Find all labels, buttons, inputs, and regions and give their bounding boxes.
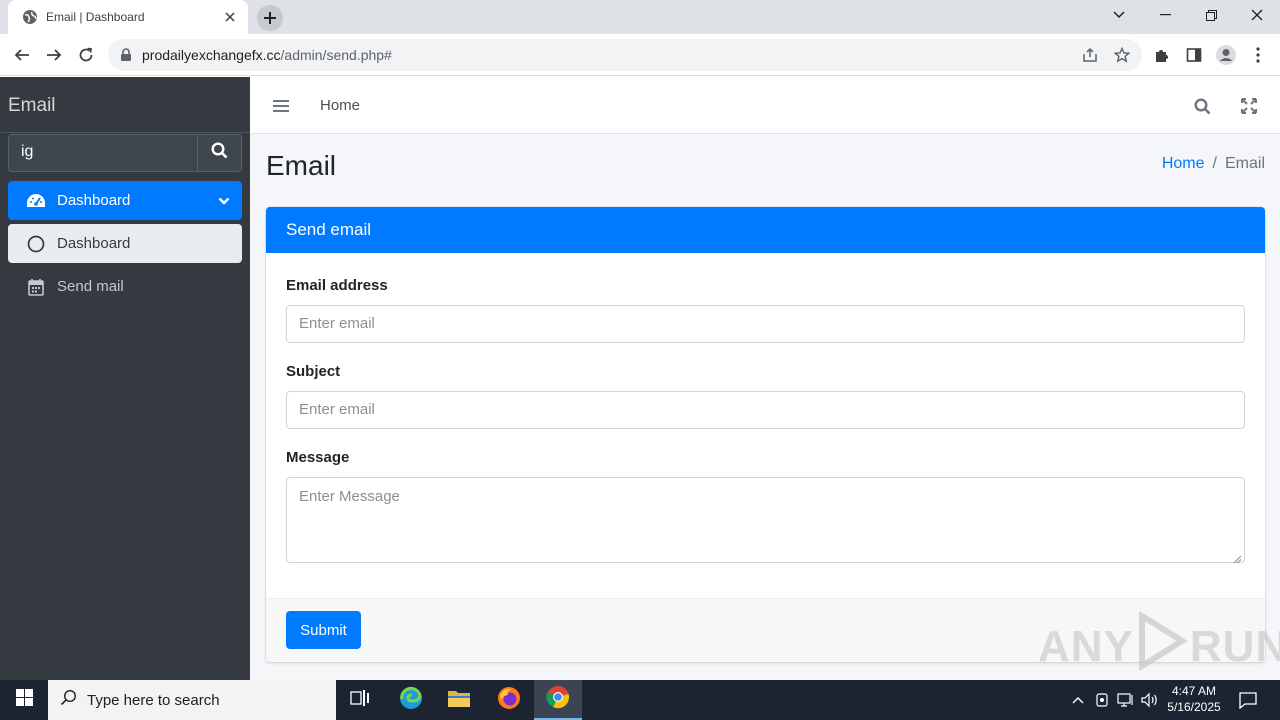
taskbar-firefox[interactable] xyxy=(485,680,533,720)
windows-logo-icon xyxy=(15,689,33,711)
browser-tab[interactable]: Email | Dashboard xyxy=(8,0,248,34)
resize-grip-icon[interactable] xyxy=(1233,551,1242,564)
back-arrow-icon[interactable] xyxy=(8,41,36,69)
tray-device-icon[interactable] xyxy=(1092,690,1112,710)
page-title: Email xyxy=(266,150,337,181)
sidebar-item-label: Dashboard xyxy=(57,235,131,252)
top-navbar: Home xyxy=(250,77,1280,134)
message-placeholder: Enter Message xyxy=(299,488,400,505)
submit-button[interactable]: Submit xyxy=(286,611,361,649)
content-wrapper: Email Home / Email Send email Email addres… xyxy=(250,134,1280,680)
address-bar[interactable]: prodailyexchangefx.cc/admin/send.php# xyxy=(108,39,1142,71)
subject-label: Subject xyxy=(286,363,341,380)
breadcrumb-separator: / xyxy=(1212,155,1217,172)
card-title: Send email xyxy=(266,207,1265,253)
firefox-icon xyxy=(497,686,521,715)
profile-avatar-icon[interactable] xyxy=(1212,41,1240,69)
sidebar-item-dashboard-menu[interactable]: Dashboard xyxy=(8,181,242,220)
restore-icon[interactable] xyxy=(1188,0,1234,30)
send-email-card: Send email Email address Enter email Sub… xyxy=(266,207,1265,662)
tray-chevron-up-icon[interactable] xyxy=(1068,690,1088,710)
email-address-input[interactable]: Enter email xyxy=(286,305,1245,343)
clock-time: 4:47 AM xyxy=(1171,684,1217,698)
tray-network-icon[interactable] xyxy=(1116,690,1136,710)
message-label: Message xyxy=(286,449,350,466)
chevron-down-icon xyxy=(218,193,230,210)
taskbar-clock[interactable]: 4:47 AM 5/16/2025 xyxy=(1158,683,1230,715)
lock-icon xyxy=(120,48,134,62)
navbar-search-icon[interactable] xyxy=(1191,95,1213,117)
chrome-icon xyxy=(546,685,570,714)
watermark-right: RUN xyxy=(1189,621,1280,671)
close-tab-icon[interactable] xyxy=(222,9,238,25)
more-menu-icon[interactable] xyxy=(1244,41,1272,69)
sidebar-item-dashboard[interactable]: Dashboard xyxy=(8,224,242,263)
breadcrumb-current: Email xyxy=(1224,155,1265,172)
start-button[interactable] xyxy=(0,680,48,720)
clock-date: 5/16/2025 xyxy=(1167,700,1221,714)
sidebar-item-label: Dashboard xyxy=(57,192,131,209)
windows-taskbar: Type here to search 4:47 AM 5/16/2025 xyxy=(0,680,1280,720)
url-text: prodailyexchangefx.cc/admin/send.php# xyxy=(142,47,392,63)
bookmark-star-icon[interactable] xyxy=(1112,45,1132,65)
reload-icon[interactable] xyxy=(72,41,100,69)
breadcrumb: Home / Email xyxy=(1162,155,1265,173)
taskbar-search-placeholder: Type here to search xyxy=(87,691,220,709)
new-tab-button[interactable] xyxy=(257,5,283,31)
task-view-icon xyxy=(350,689,370,712)
url-path: /admin/send.php# xyxy=(280,47,392,63)
sidebar-search-input[interactable]: ig xyxy=(9,135,197,171)
subject-input[interactable]: Enter email xyxy=(286,391,1245,429)
taskbar-edge[interactable] xyxy=(387,680,435,720)
calendar-icon xyxy=(26,277,46,297)
message-group: Message Enter Message xyxy=(286,449,1245,564)
message-textarea[interactable]: Enter Message xyxy=(286,477,1245,564)
fullscreen-expand-icon[interactable] xyxy=(1238,95,1260,117)
edge-browser-icon xyxy=(399,686,423,715)
taskbar-search-box[interactable]: Type here to search xyxy=(48,680,336,720)
side-panel-icon[interactable] xyxy=(1180,41,1208,69)
email-address-group: Email address Enter email xyxy=(286,277,1245,343)
url-host: prodailyexchangefx.cc xyxy=(142,47,281,63)
nav-home-link[interactable]: Home xyxy=(320,97,360,114)
extensions-puzzle-icon[interactable] xyxy=(1148,41,1176,69)
notification-icon[interactable] xyxy=(1238,690,1258,710)
tab-title: Email | Dashboard xyxy=(46,10,145,24)
browser-tab-strip: Email | Dashboard xyxy=(0,0,1280,34)
search-icon xyxy=(60,689,77,711)
sidebar-search: ig xyxy=(8,134,242,172)
watermark-left: ANY xyxy=(1038,621,1134,671)
browser-toolbar: prodailyexchangefx.cc/admin/send.php# xyxy=(0,34,1280,76)
anyrun-watermark: ANY RUN xyxy=(1038,610,1280,681)
tachometer-icon xyxy=(26,191,46,211)
play-logo-icon xyxy=(1136,610,1188,681)
breadcrumb-home-link[interactable]: Home xyxy=(1162,155,1205,172)
sidebar-item-label: Send mail xyxy=(57,278,124,295)
email-address-label: Email address xyxy=(286,277,388,294)
subject-group: Subject Enter email xyxy=(286,363,1245,429)
sidebar-item-send-mail[interactable]: Send mail xyxy=(8,267,242,306)
minimize-icon[interactable] xyxy=(1142,0,1188,30)
tray-volume-icon[interactable] xyxy=(1140,690,1160,710)
circle-icon xyxy=(26,234,46,254)
hamburger-menu-icon[interactable] xyxy=(270,95,292,117)
folder-icon xyxy=(447,688,471,713)
taskbar-file-explorer[interactable] xyxy=(435,680,483,720)
sidebar-search-button[interactable] xyxy=(197,135,241,171)
taskbar-chrome[interactable] xyxy=(534,680,582,720)
brand-title[interactable]: Email xyxy=(0,77,250,133)
sidebar: Email ig Dashboard Dashboard Send mail xyxy=(0,77,250,680)
globe-icon xyxy=(22,9,38,25)
tab-search-icon[interactable] xyxy=(1096,0,1142,30)
share-icon[interactable] xyxy=(1080,45,1100,65)
close-window-icon[interactable] xyxy=(1234,0,1280,30)
forward-arrow-icon[interactable] xyxy=(40,41,68,69)
search-icon xyxy=(211,142,228,164)
task-view-button[interactable] xyxy=(336,680,384,720)
